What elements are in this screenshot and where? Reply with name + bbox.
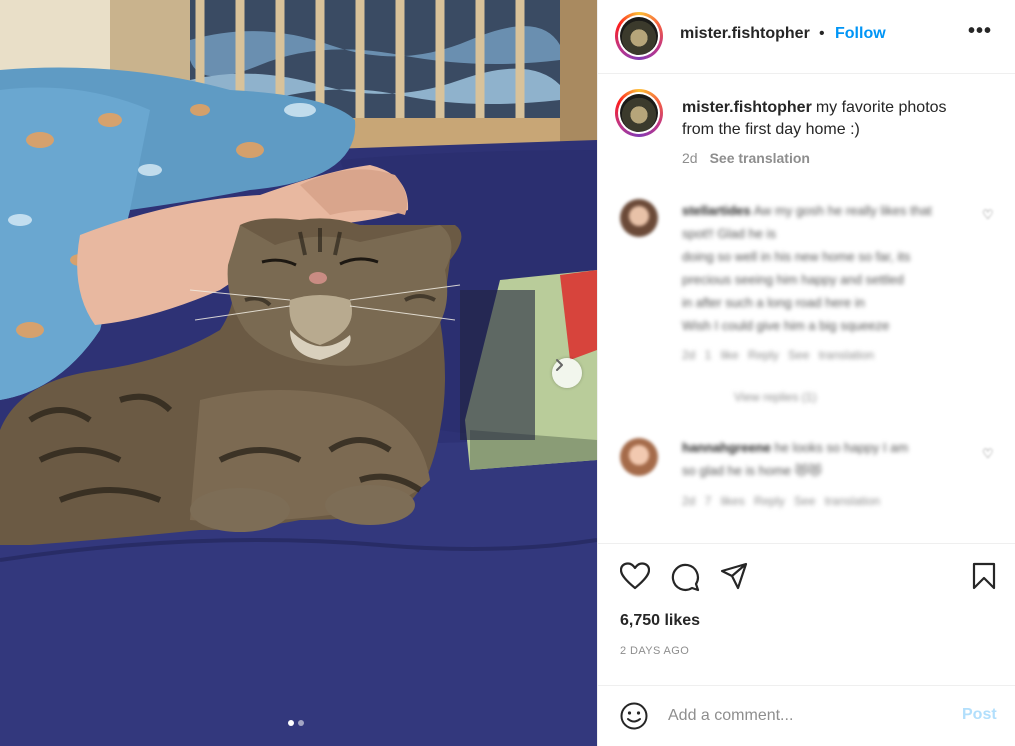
comment-input[interactable] bbox=[668, 704, 938, 728]
chevron-right-icon bbox=[556, 359, 563, 371]
comment-like-icon[interactable]: ♡ bbox=[982, 446, 994, 462]
add-comment-bar: Post bbox=[598, 685, 1015, 746]
carousel-dot-active bbox=[288, 720, 294, 726]
see-translation-link[interactable]: See translation bbox=[710, 150, 810, 166]
comment-text: hannahgreene he looks so happy I am so g… bbox=[682, 440, 909, 478]
paper-plane-icon[interactable] bbox=[720, 562, 748, 595]
smiley-icon[interactable] bbox=[620, 702, 648, 735]
comment-meta: 2d 1 like Reply See translation bbox=[682, 348, 875, 362]
caption-age: 2d bbox=[682, 150, 698, 166]
commenter-username[interactable]: hannahgreene bbox=[682, 440, 771, 455]
commenter-username[interactable]: stellartides bbox=[682, 203, 751, 218]
separator-dot: • bbox=[819, 25, 825, 42]
post-photo[interactable] bbox=[0, 0, 597, 746]
author-username[interactable]: mister.fishtopher bbox=[680, 25, 810, 43]
caption-author-avatar[interactable] bbox=[615, 89, 663, 137]
post-comment-button[interactable]: Post bbox=[962, 706, 997, 724]
commenter-avatar[interactable] bbox=[620, 199, 658, 237]
follow-button[interactable]: Follow bbox=[835, 25, 886, 43]
commenter-avatar[interactable] bbox=[620, 438, 658, 476]
carousel-indicator bbox=[288, 720, 304, 726]
comment-bubble-icon[interactable] bbox=[670, 562, 700, 597]
comment-text: stellartides Aw my gosh he really likes … bbox=[682, 203, 932, 333]
view-replies-link[interactable]: View replies (1) bbox=[734, 390, 816, 404]
more-options-icon[interactable]: ••• bbox=[968, 20, 992, 43]
caption-username[interactable]: mister.fishtopher bbox=[682, 99, 812, 116]
like-count[interactable]: 6,750 likes bbox=[620, 612, 700, 630]
comment-like-icon[interactable]: ♡ bbox=[982, 207, 994, 223]
carousel-next-button[interactable] bbox=[552, 358, 582, 388]
post-header: mister.fishtopher • Follow ••• bbox=[598, 0, 1015, 74]
author-avatar[interactable] bbox=[615, 12, 663, 60]
cat-photo-illustration bbox=[0, 0, 597, 746]
heart-icon[interactable] bbox=[619, 562, 651, 595]
bookmark-icon[interactable] bbox=[972, 562, 996, 595]
caption: mister.fishtopher my favorite photos from… bbox=[682, 97, 982, 141]
post-timestamp: 2 DAYS AGO bbox=[620, 645, 690, 657]
post-side-panel: mister.fishtopher • Follow ••• mister.fi… bbox=[597, 0, 1015, 746]
caption-meta: 2d See translation bbox=[682, 150, 810, 166]
carousel-dot bbox=[298, 720, 304, 726]
comment-meta: 2d 7 likes Reply See translation bbox=[682, 494, 881, 508]
